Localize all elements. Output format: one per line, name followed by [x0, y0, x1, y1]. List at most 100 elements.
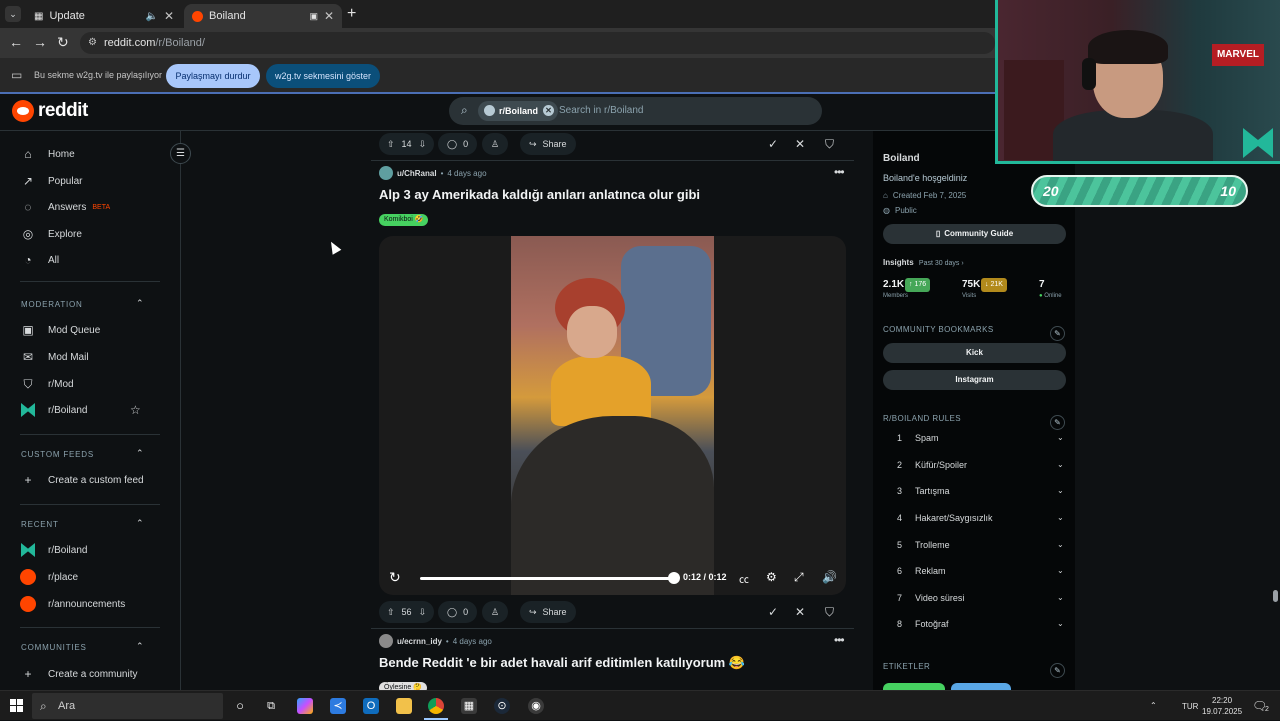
chrome-icon[interactable] [428, 698, 444, 714]
comments-button[interactable]: ◯ 0 [438, 133, 478, 155]
approve-icon[interactable]: ✓ [768, 137, 778, 151]
windows-start-icon[interactable] [10, 699, 23, 712]
chevron-up-icon[interactable]: ⌃ [136, 298, 144, 309]
create-community-button[interactable]: + Create a community [20, 661, 160, 687]
rule-item[interactable]: 1 Spam ⌄ [883, 433, 1066, 449]
rule-item[interactable]: 8 Fotoğraf ⌄ [883, 619, 1066, 635]
tab-update[interactable]: ▦ Update 🔈 ✕ [26, 4, 182, 28]
app-icon[interactable]: ◉ [528, 698, 544, 714]
sidebar-item-answers[interactable]: ◌ Answers BETA [20, 194, 160, 220]
remove-icon[interactable]: ✕ [795, 605, 805, 619]
reddit-logo[interactable]: reddit [12, 100, 88, 122]
tab-cast-icon[interactable]: ▣ [309, 11, 318, 22]
sidebar-item-home[interactable]: ⌂ Home [20, 141, 160, 167]
show-tab-button[interactable]: w2g.tv sekmesini göster [266, 64, 380, 88]
taskbar-search-input[interactable]: ⌕ Ara [32, 693, 223, 719]
rule-item[interactable]: 4 Hakaret/Saygısızlık ⌄ [883, 513, 1066, 529]
cortana-icon[interactable]: ○ [232, 698, 248, 714]
edit-bookmarks-pencil-icon[interactable]: ✎ [1050, 326, 1065, 341]
collapse-sidebar-menu-icon[interactable]: ☰ [170, 143, 191, 164]
search-scope-chip[interactable]: r/Boiland ✕ [478, 101, 559, 121]
approve-icon[interactable]: ✓ [768, 605, 778, 619]
post-title[interactable]: Alp 3 ay Amerikada kaldığı anıları anlat… [379, 187, 700, 202]
downvote-icon[interactable]: ⇩ [419, 607, 427, 618]
upvote-icon[interactable]: ⇧ [387, 139, 395, 150]
page-scrollbar[interactable] [1271, 131, 1280, 690]
edit-tags-pencil-icon[interactable]: ✎ [1050, 663, 1065, 678]
recent-item-announcements[interactable]: r/announcements [20, 591, 160, 617]
sidebar-item-r-boiland[interactable]: r/Boiland ☆ [20, 397, 160, 423]
chevron-up-icon[interactable]: ⌃ [136, 641, 144, 652]
create-custom-feed-button[interactable]: + Create a custom feed [20, 467, 160, 493]
star-icon[interactable]: ☆ [130, 403, 141, 417]
input-language[interactable]: TUR [1182, 702, 1198, 711]
tab-search-chevron-icon[interactable]: ⌄ [5, 6, 21, 22]
share-button[interactable]: ↪ Share [520, 133, 576, 155]
steam-icon[interactable]: ⊙ [494, 698, 510, 714]
recent-item-boiland[interactable]: r/Boiland [20, 537, 160, 563]
vscode-icon[interactable]: ≺ [330, 698, 346, 714]
forward-arrow-icon[interactable]: → [33, 34, 47, 50]
rule-item[interactable]: 3 Tartışma ⌄ [883, 486, 1066, 502]
comments-button[interactable]: ◯ 0 [438, 601, 478, 623]
captions-icon[interactable]: ㏄ [739, 571, 749, 586]
microsoft-store-icon[interactable]: ▦ [461, 698, 477, 714]
community-guide-button[interactable]: ▯ Community Guide [883, 224, 1066, 244]
fullscreen-icon[interactable]: ⤢ [794, 570, 804, 585]
downvote-icon[interactable]: ⇩ [419, 139, 427, 150]
url-input[interactable]: ⚙ reddit.com/r/Boiland/ [80, 32, 995, 54]
scrollbar-thumb[interactable] [1273, 590, 1278, 602]
post-overflow-menu-icon[interactable]: ••• [834, 165, 845, 179]
tab-close-icon[interactable]: ✕ [324, 9, 334, 23]
new-tab-button[interactable]: + [347, 5, 356, 23]
bookmark-instagram-button[interactable]: Instagram [883, 370, 1066, 390]
award-button[interactable]: ♙ [482, 133, 509, 155]
outlook-icon[interactable]: O [363, 698, 379, 714]
mod-shield-icon[interactable]: ⛉ [825, 605, 834, 620]
sidebar-item-popular[interactable]: ↗ Popular [20, 168, 160, 194]
back-arrow-icon[interactable]: ← [9, 34, 23, 50]
volume-icon[interactable]: 🔊 [822, 570, 837, 584]
chevron-up-icon[interactable]: ⌃ [136, 518, 144, 529]
award-button[interactable]: ♙ [482, 601, 509, 623]
post-overflow-menu-icon[interactable]: ••• [834, 633, 845, 647]
video-scrubber-handle[interactable] [668, 572, 680, 584]
post-author[interactable]: u/ecrnn_idy [397, 637, 442, 646]
author-avatar[interactable] [379, 634, 393, 648]
copilot-icon[interactable] [297, 698, 313, 714]
rule-item[interactable]: 6 Reklam ⌄ [883, 566, 1066, 582]
author-avatar[interactable] [379, 166, 393, 180]
search-input[interactable]: ⌕ r/Boiland ✕ Search in r/Boiland [449, 97, 822, 125]
insights-label[interactable]: Insights Past 30 days › [883, 258, 964, 267]
show-hidden-icons-chevron-icon[interactable]: ⌃ [1150, 701, 1157, 710]
chevron-up-icon[interactable]: ⌃ [136, 448, 144, 459]
replay-icon[interactable]: ↻ [389, 569, 401, 586]
rule-item[interactable]: 5 Trolleme ⌄ [883, 540, 1066, 556]
stop-sharing-button[interactable]: Paylaşmayı durdur [166, 64, 260, 88]
rule-item[interactable]: 7 Video süresi ⌄ [883, 593, 1066, 609]
mod-shield-icon[interactable]: ⛉ [825, 137, 834, 152]
sidebar-item-all[interactable]: ◔ All [20, 247, 160, 273]
tab-boiland[interactable]: Boiland ▣ ✕ [184, 4, 342, 28]
video-player[interactable]: ↻ 0:12 / 0:12 ㏄ ⚙ ⤢ 🔊 [379, 236, 846, 595]
site-info-icon[interactable]: ⚙ [88, 32, 97, 54]
sidebar-item-mod-queue[interactable]: ▣ Mod Queue [20, 317, 160, 343]
post-title[interactable]: Bende Reddit 'e bir adet havali arif edi… [379, 655, 745, 671]
post-flair[interactable]: Komikboi 🤣 [379, 214, 429, 226]
upvote-icon[interactable]: ⇧ [387, 607, 395, 618]
task-view-icon[interactable]: ⧉ [263, 698, 279, 714]
file-explorer-icon[interactable] [396, 698, 412, 714]
sidebar-item-explore[interactable]: ◎ Explore [20, 221, 160, 247]
share-button[interactable]: ↪ Share [520, 601, 576, 623]
video-progress-bar[interactable] [420, 577, 675, 580]
recent-item-place[interactable]: r/place [20, 564, 160, 590]
rule-item[interactable]: 2 Küfür/Spoiler ⌄ [883, 460, 1066, 476]
reload-icon[interactable]: ↻ [57, 34, 69, 51]
sidebar-item-mod-mail[interactable]: ✉ Mod Mail [20, 344, 160, 370]
sidebar-item-r-mod[interactable]: ⛉ r/Mod [20, 371, 160, 397]
bookmark-kick-button[interactable]: Kick [883, 343, 1066, 363]
remove-icon[interactable]: ✕ [795, 137, 805, 151]
post-author[interactable]: u/ChRanal [397, 169, 437, 178]
tab-close-icon[interactable]: ✕ [164, 9, 174, 23]
clear-scope-icon[interactable]: ✕ [543, 105, 555, 116]
